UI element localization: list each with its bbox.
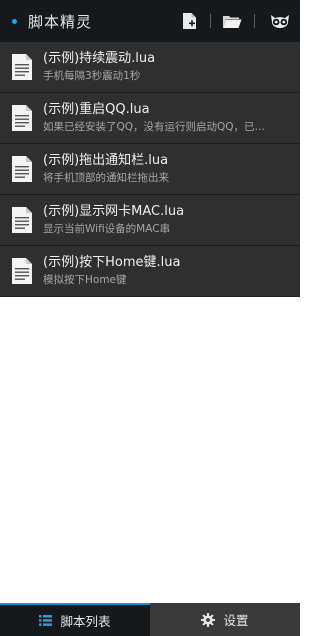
new-file-icon [182, 13, 196, 29]
script-list: (示例)持续震动.lua 手机每隔3秒震动1秒 (示例)重启QQ.lua 如果已… [0, 42, 300, 297]
list-item[interactable]: (示例)按下Home键.lua 模拟按下Home键 [0, 246, 300, 297]
script-name: (示例)按下Home键.lua [43, 255, 181, 270]
script-name: (示例)显示网卡MAC.lua [43, 204, 185, 219]
status-dot [12, 18, 17, 24]
gear-icon [201, 612, 216, 627]
file-icon [12, 105, 32, 131]
header-separator [204, 0, 216, 42]
list-item[interactable]: (示例)持续震动.lua 手机每隔3秒震动1秒 [0, 42, 300, 93]
list-item[interactable]: (示例)重启QQ.lua 如果已经安装了QQ，没有运行则启动QQ，已… [0, 93, 300, 144]
app-root: 脚本精灵 (示例)持续震动.lua 手机每隔3秒震动1秒 (示例)重启QQ.lu… [0, 0, 300, 636]
file-icon [12, 207, 32, 233]
tab-settings[interactable]: 设置 [150, 603, 300, 636]
script-name: (示例)重启QQ.lua [43, 102, 150, 117]
list-item[interactable]: (示例)拖出通知栏.lua 将手机顶部的通知栏拖出来 [0, 144, 300, 195]
file-icon [12, 156, 32, 182]
script-name: (示例)持续震动.lua [43, 51, 156, 66]
tab-settings-label: 设置 [223, 613, 249, 628]
script-name: (示例)拖出通知栏.lua [43, 153, 169, 168]
app-header: 脚本精灵 [0, 0, 300, 42]
owl-button[interactable] [260, 0, 300, 42]
script-description: 显示当前Wifi设备的MAC串 [43, 223, 171, 235]
open-folder-button[interactable] [216, 0, 248, 42]
app-title: 脚本精灵 [28, 12, 93, 31]
file-icon [12, 54, 32, 80]
header-separator [248, 0, 260, 42]
new-script-button[interactable] [174, 0, 204, 42]
file-icon [12, 258, 32, 284]
owl-icon [271, 15, 289, 28]
list-item[interactable]: (示例)显示网卡MAC.lua 显示当前Wifi设备的MAC串 [0, 195, 300, 246]
script-description: 如果已经安装了QQ，没有运行则启动QQ，已… [43, 121, 266, 133]
list-icon [39, 615, 53, 626]
script-description: 模拟按下Home键 [43, 274, 127, 286]
script-description: 将手机顶部的通知栏拖出来 [43, 172, 169, 184]
tab-script-list[interactable]: 脚本列表 [0, 603, 150, 636]
folder-icon [223, 15, 242, 28]
tab-script-list-label: 脚本列表 [60, 614, 111, 629]
script-description: 手机每隔3秒震动1秒 [43, 70, 141, 82]
header-actions [174, 0, 300, 42]
bottom-tab-bar: 脚本列表 设置 [0, 603, 300, 636]
